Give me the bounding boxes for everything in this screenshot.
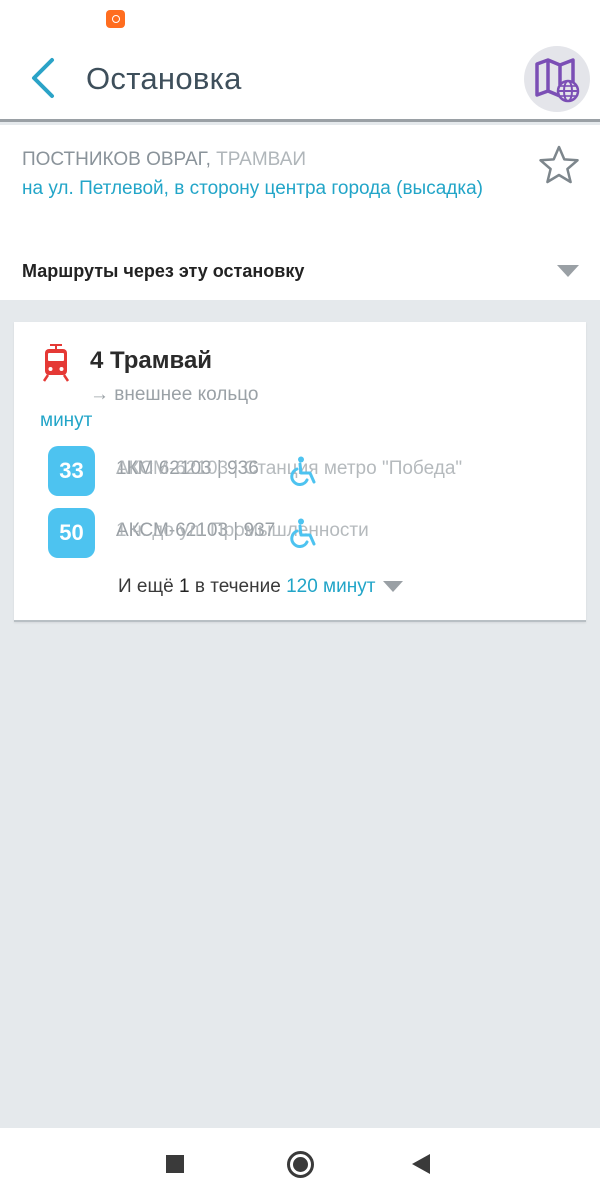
caret-down-icon [383,581,404,593]
stop-info-panel: ПОСТНИКОВ ОВРАГ, ТРАМВАИ на ул. Петлевой… [0,125,600,300]
chevron-left-icon [32,58,54,98]
minutes-label: минут [40,410,93,431]
stop-direction: на ул. Петлевой, в сторону центра города… [22,178,483,199]
route-card[interactable]: 4 Трамвай → внешнее кольцо минут 33 1КМ … [14,322,586,622]
arrival-minutes-badge[interactable]: 33 [48,446,95,496]
map-globe-icon [535,58,580,103]
caret-down-icon [557,265,579,277]
route-title: 4 Трамвай [90,347,213,374]
more-middle: в течение [189,576,287,597]
route-direction: → внешнее кольцо [90,384,259,405]
favorite-button[interactable] [538,144,580,186]
page-title: Остановка [86,61,242,96]
stop-name: ПОСТНИКОВ ОВРАГ [22,149,206,170]
vehicle-row[interactable]: 50 АКСМ-62103 | 937 1 ч. до ул. Промышле… [14,508,586,560]
app-notification-icon [106,10,125,28]
stop-name-separator: , [205,149,217,170]
tram-icon [42,344,70,382]
vehicle-row[interactable]: 33 1КМ 62103 | 936 АКСМ-62103 | Станция … [14,446,586,498]
routes-section-header[interactable]: Маршруты через эту остановку [22,261,304,282]
stop-name-line: ПОСТНИКОВ ОВРАГ, ТРАМВАИ [22,149,306,171]
circle-home-icon[interactable] [287,1151,314,1178]
star-outline-icon [539,145,579,184]
vehicle-destination: 1 ч. до ул. Промышленности [116,520,369,541]
arrival-minutes-badge[interactable]: 50 [48,508,95,558]
routes-toggle-button[interactable] [556,264,580,278]
system-nav-bar [0,1128,600,1200]
triangle-back-icon[interactable] [412,1154,430,1174]
square-icon[interactable] [166,1155,184,1173]
wheelchair-icon [290,518,316,548]
more-minutes: 120 минут [286,576,376,597]
wheelchair-icon [290,456,316,486]
back-button[interactable] [22,54,66,102]
status-bar [0,0,600,36]
map-button[interactable] [524,46,590,112]
screen: Остановка ПОСТНИКОВ ОВРАГ, ТРАМВАИ на ул… [0,0,600,1200]
transport-kind: ТРАМВАИ [216,149,307,170]
more-count: 1 [178,576,190,597]
app-bar: Остановка [0,36,600,122]
more-arrivals-link[interactable]: И ещё 1 в течение 120 минут [118,576,404,598]
more-prefix: И ещё [118,576,179,597]
